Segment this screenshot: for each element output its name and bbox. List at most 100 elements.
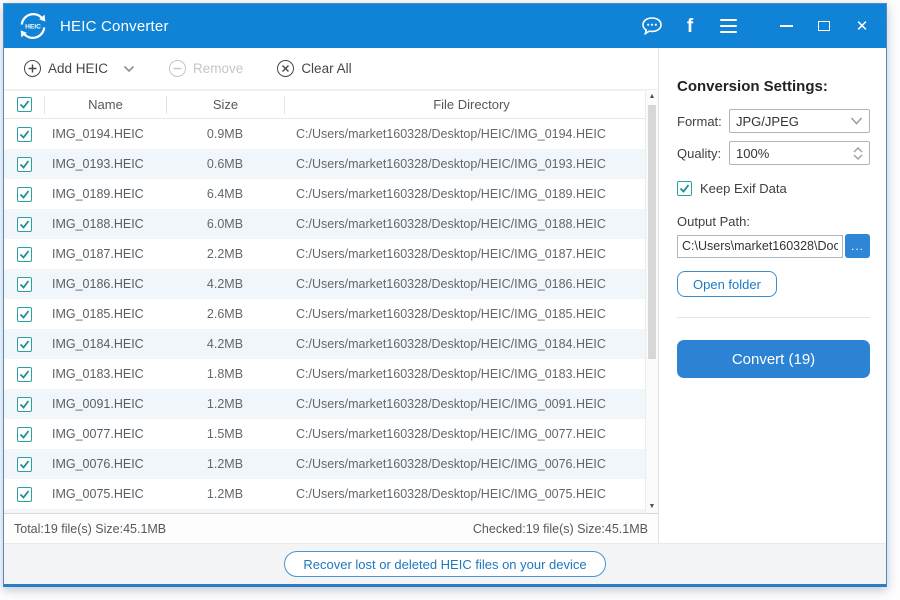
output-path-input[interactable] (677, 235, 843, 258)
file-name: IMG_0183.HEIC (44, 367, 166, 381)
check-icon (19, 129, 30, 140)
check-icon (19, 189, 30, 200)
feedback-icon[interactable] (640, 14, 664, 38)
table-row[interactable]: IMG_0076.HEIC 1.2MB C:/Users/market16032… (4, 449, 658, 479)
conversion-settings-panel: Conversion Settings: Format: JPG/JPEG Qu… (658, 48, 886, 543)
file-name: IMG_0077.HEIC (44, 427, 166, 441)
header-name: Name (44, 96, 166, 114)
quality-stepper[interactable]: 100% (729, 141, 870, 165)
spinner-up-icon[interactable] (853, 147, 863, 153)
table-row[interactable]: IMG_0075.HEIC 1.2MB C:/Users/market16032… (4, 479, 658, 509)
file-path: C:/Users/market160328/Desktop/HEIC/IMG_0… (284, 157, 658, 171)
row-checkbox[interactable] (17, 367, 32, 382)
titlebar: HEIC HEIC Converter f (4, 4, 886, 48)
table-row[interactable]: IMG_0185.HEIC 2.6MB C:/Users/market16032… (4, 299, 658, 329)
status-total: Total:19 file(s) Size:45.1MB (14, 522, 166, 536)
menu-icon[interactable] (716, 14, 740, 38)
row-checkbox[interactable] (17, 307, 32, 322)
chevron-down-icon[interactable] (123, 65, 135, 73)
table-row[interactable]: IMG_0183.HEIC 1.8MB C:/Users/market16032… (4, 359, 658, 389)
row-checkbox[interactable] (17, 457, 32, 472)
window-title: HEIC Converter (60, 18, 640, 35)
row-checkbox[interactable] (17, 487, 32, 502)
table-row[interactable]: IMG_0189.HEIC 6.4MB C:/Users/market16032… (4, 179, 658, 209)
row-checkbox[interactable] (17, 337, 32, 352)
scroll-down-icon[interactable]: ▼ (646, 500, 658, 513)
table-row[interactable]: IMG_0091.HEIC 1.2MB C:/Users/market16032… (4, 389, 658, 419)
add-heic-button[interactable]: Add HEIC (24, 60, 135, 77)
file-path: C:/Users/market160328/Desktop/HEIC/IMG_0… (284, 217, 658, 231)
scrollbar[interactable]: ▲ ▼ (645, 90, 658, 513)
table-row[interactable]: IMG_0194.HEIC 0.9MB C:/Users/market16032… (4, 119, 658, 149)
table-row[interactable]: IMG_0184.HEIC 4.2MB C:/Users/market16032… (4, 329, 658, 359)
table-row[interactable]: IMG_0188.HEIC 6.0MB C:/Users/market16032… (4, 209, 658, 239)
file-size: 1.2MB (166, 487, 284, 501)
open-folder-button[interactable]: Open folder (677, 271, 777, 297)
close-button[interactable]: ✕ (850, 14, 874, 38)
header-size: Size (166, 96, 284, 114)
file-size: 1.2MB (166, 397, 284, 411)
add-heic-label: Add HEIC (48, 61, 108, 76)
format-select[interactable]: JPG/JPEG (729, 109, 870, 133)
browse-button[interactable]: ... (845, 234, 870, 258)
maximize-button[interactable] (812, 14, 836, 38)
row-checkbox[interactable] (17, 427, 32, 442)
file-path: C:/Users/market160328/Desktop/HEIC/IMG_0… (284, 337, 658, 351)
file-path: C:/Users/market160328/Desktop/HEIC/IMG_0… (284, 457, 658, 471)
clear-all-button[interactable]: Clear All (277, 60, 351, 77)
app-window: HEIC HEIC Converter f (3, 3, 887, 587)
row-checkbox[interactable] (17, 217, 32, 232)
heic-logo-icon: HEIC (18, 11, 48, 41)
row-checkbox[interactable] (17, 397, 32, 412)
clear-all-label: Clear All (301, 61, 351, 76)
file-name: IMG_0185.HEIC (44, 307, 166, 321)
row-checkbox[interactable] (17, 157, 32, 172)
spinner-down-icon[interactable] (853, 154, 863, 160)
file-name: IMG_0187.HEIC (44, 247, 166, 261)
row-checkbox[interactable] (17, 127, 32, 142)
scrollbar-thumb[interactable] (648, 105, 656, 359)
file-name: IMG_0189.HEIC (44, 187, 166, 201)
check-icon (19, 429, 30, 440)
row-checkbox[interactable] (17, 247, 32, 262)
x-circle-icon (277, 60, 294, 77)
table-row[interactable]: IMG_0187.HEIC 2.2MB C:/Users/market16032… (4, 239, 658, 269)
check-icon (19, 159, 30, 170)
file-path: C:/Users/market160328/Desktop/HEIC/IMG_0… (284, 397, 658, 411)
check-icon (19, 489, 30, 500)
file-path: C:/Users/market160328/Desktop/HEIC/IMG_0… (284, 187, 658, 201)
minimize-button[interactable] (774, 14, 798, 38)
file-size: 1.8MB (166, 367, 284, 381)
scroll-up-icon[interactable]: ▲ (646, 90, 658, 103)
scrollbar-track[interactable] (646, 103, 658, 500)
format-value: JPG/JPEG (736, 114, 799, 129)
table-row[interactable]: IMG_0186.HEIC 4.2MB C:/Users/market16032… (4, 269, 658, 299)
convert-button[interactable]: Convert (19) (677, 340, 870, 378)
file-path: C:/Users/market160328/Desktop/HEIC/IMG_0… (284, 487, 658, 501)
file-name: IMG_0076.HEIC (44, 457, 166, 471)
file-list: IMG_0194.HEIC 0.9MB C:/Users/market16032… (4, 119, 658, 513)
file-size: 2.6MB (166, 307, 284, 321)
file-size: 6.4MB (166, 187, 284, 201)
row-checkbox[interactable] (17, 187, 32, 202)
table-row[interactable]: IMG_0193.HEIC 0.6MB C:/Users/market16032… (4, 149, 658, 179)
select-all-checkbox[interactable] (17, 97, 32, 112)
output-path-label: Output Path: (677, 214, 870, 229)
check-icon (679, 183, 690, 194)
check-icon (19, 219, 30, 230)
remove-label: Remove (193, 61, 243, 76)
recover-files-button[interactable]: Recover lost or deleted HEIC files on yo… (284, 551, 605, 577)
remove-button[interactable]: Remove (169, 60, 243, 77)
check-icon (19, 249, 30, 260)
row-checkbox[interactable] (17, 277, 32, 292)
file-size: 4.2MB (166, 277, 284, 291)
file-path: C:/Users/market160328/Desktop/HEIC/IMG_0… (284, 247, 658, 261)
file-path: C:/Users/market160328/Desktop/HEIC/IMG_0… (284, 127, 658, 141)
keep-exif-checkbox[interactable] (677, 181, 692, 196)
keep-exif-label: Keep Exif Data (700, 181, 787, 196)
file-name: IMG_0184.HEIC (44, 337, 166, 351)
table-header: Name Size File Directory (4, 90, 658, 119)
quality-value: 100% (736, 146, 769, 161)
facebook-icon[interactable]: f (678, 14, 702, 38)
table-row[interactable]: IMG_0077.HEIC 1.5MB C:/Users/market16032… (4, 419, 658, 449)
